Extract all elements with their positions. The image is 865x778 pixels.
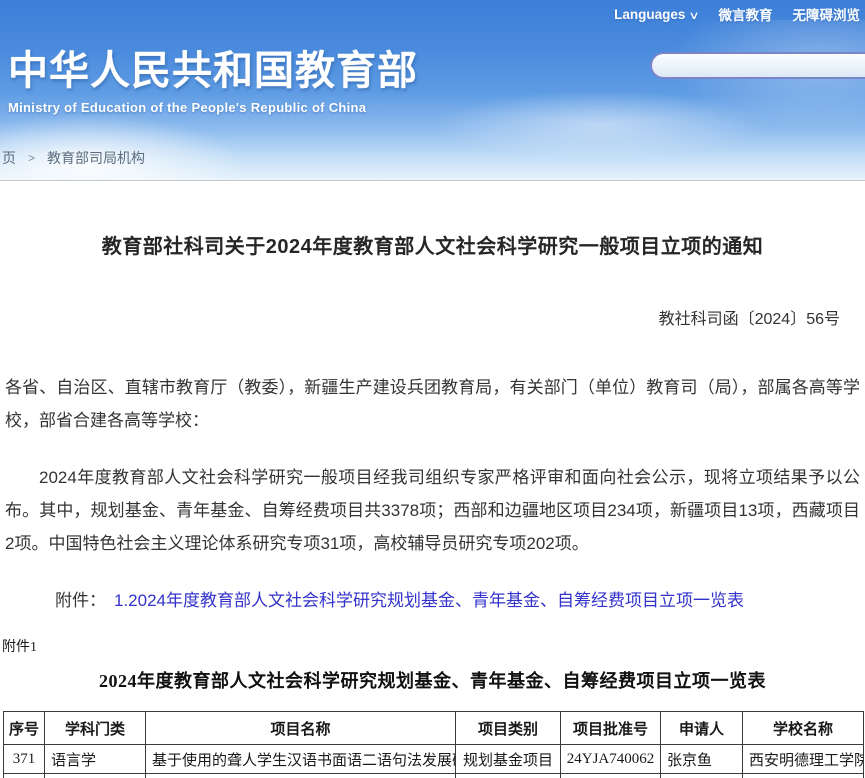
col-header-project-type: 项目类别	[456, 712, 561, 745]
cell-school: 西安明德理工学院	[743, 745, 864, 774]
site-title-cn: 中华人民共和国教育部	[8, 38, 418, 96]
notice-content: 教育部社科司关于2024年度教育部人文社会科学研究一般项目立项的通知 教社科司函…	[0, 181, 865, 778]
cell-empty	[4, 774, 45, 778]
breadcrumb-current[interactable]: 教育部司局机构	[47, 148, 145, 168]
page: Languages ∨ 微言教育 无障碍浏览 中华人民共和国教育部 Ministr…	[0, 0, 865, 778]
document-number: 教社科司函〔2024〕56号	[0, 305, 840, 329]
table-header-row: 序号 学科门类 项目名称 项目类别 项目批准号 申请人 学校名称	[4, 712, 864, 745]
col-header-discipline: 学科门类	[45, 712, 146, 745]
cell-project-name: 基于使用的聋人学生汉语书面语二语句法发展研究	[146, 745, 456, 774]
breadcrumb-home[interactable]: 页	[2, 148, 16, 168]
site-title-en: Ministry of Education of the People's Re…	[8, 100, 418, 115]
breadcrumb: 页 > 教育部司局机构	[2, 148, 145, 168]
cell-project-type: 规划基金项目	[456, 745, 561, 774]
chevron-down-icon: ∨	[689, 9, 700, 22]
search-input[interactable]	[650, 52, 865, 79]
appendix-label: 附件1	[2, 636, 37, 656]
wechat-education-link[interactable]: 微言教育	[719, 4, 773, 24]
col-header-school: 学校名称	[743, 712, 864, 745]
col-header-applicant: 申请人	[661, 712, 743, 745]
attachment-line: 附件： 1.2024年度教育部人文社会科学研究规划基金、青年基金、自筹经费项目立项…	[55, 586, 744, 611]
site-logo[interactable]: 中华人民共和国教育部 Ministry of Education of the …	[8, 38, 418, 115]
col-header-seq: 序号	[4, 712, 45, 745]
languages-label: Languages	[614, 7, 685, 22]
project-table: 序号 学科门类 项目名称 项目类别 项目批准号 申请人 学校名称 371 语言学…	[3, 711, 864, 778]
cell-empty	[661, 774, 743, 778]
cell-empty	[45, 774, 146, 778]
notice-recipients-paragraph: 各省、自治区、直辖市教育厅（教委），新疆生产建设兵团教育局，有关部门（单位）教育…	[5, 371, 860, 437]
breadcrumb-separator-icon: >	[28, 151, 35, 165]
cell-seq: 371	[4, 745, 45, 774]
top-utility-nav: Languages ∨ 微言教育 无障碍浏览	[614, 4, 860, 24]
notice-title: 教育部社科司关于2024年度教育部人文社会科学研究一般项目立项的通知	[0, 230, 865, 259]
notice-body-paragraph: 2024年度教育部人文社会科学研究一般项目经我司组织专家严格评审和面向社会公示，…	[5, 461, 860, 560]
col-header-project-name: 项目名称	[146, 712, 456, 745]
table-row: 371 语言学 基于使用的聋人学生汉语书面语二语句法发展研究 规划基金项目 24…	[4, 745, 864, 774]
site-header: Languages ∨ 微言教育 无障碍浏览 中华人民共和国教育部 Ministr…	[0, 0, 865, 181]
cell-empty	[743, 774, 864, 778]
languages-menu[interactable]: Languages ∨	[614, 7, 698, 22]
table-row-partial	[4, 774, 864, 778]
cell-discipline: 语言学	[45, 745, 146, 774]
col-header-approval-number: 项目批准号	[561, 712, 661, 745]
attachment-link[interactable]: 1.2024年度教育部人文社会科学研究规划基金、青年基金、自筹经费项目立项一览表	[114, 591, 744, 610]
cell-empty	[561, 774, 661, 778]
cell-empty	[146, 774, 456, 778]
cell-applicant: 张京鱼	[661, 745, 743, 774]
appendix-table-title: 2024年度教育部人文社会科学研究规划基金、青年基金、自筹经费项目立项一览表	[0, 667, 865, 693]
cell-approval-number: 24YJA740062	[561, 745, 661, 774]
attachment-label: 附件：	[55, 591, 106, 610]
cloud-decoration	[430, 90, 770, 160]
accessibility-link[interactable]: 无障碍浏览	[793, 4, 861, 24]
cell-empty	[456, 774, 561, 778]
